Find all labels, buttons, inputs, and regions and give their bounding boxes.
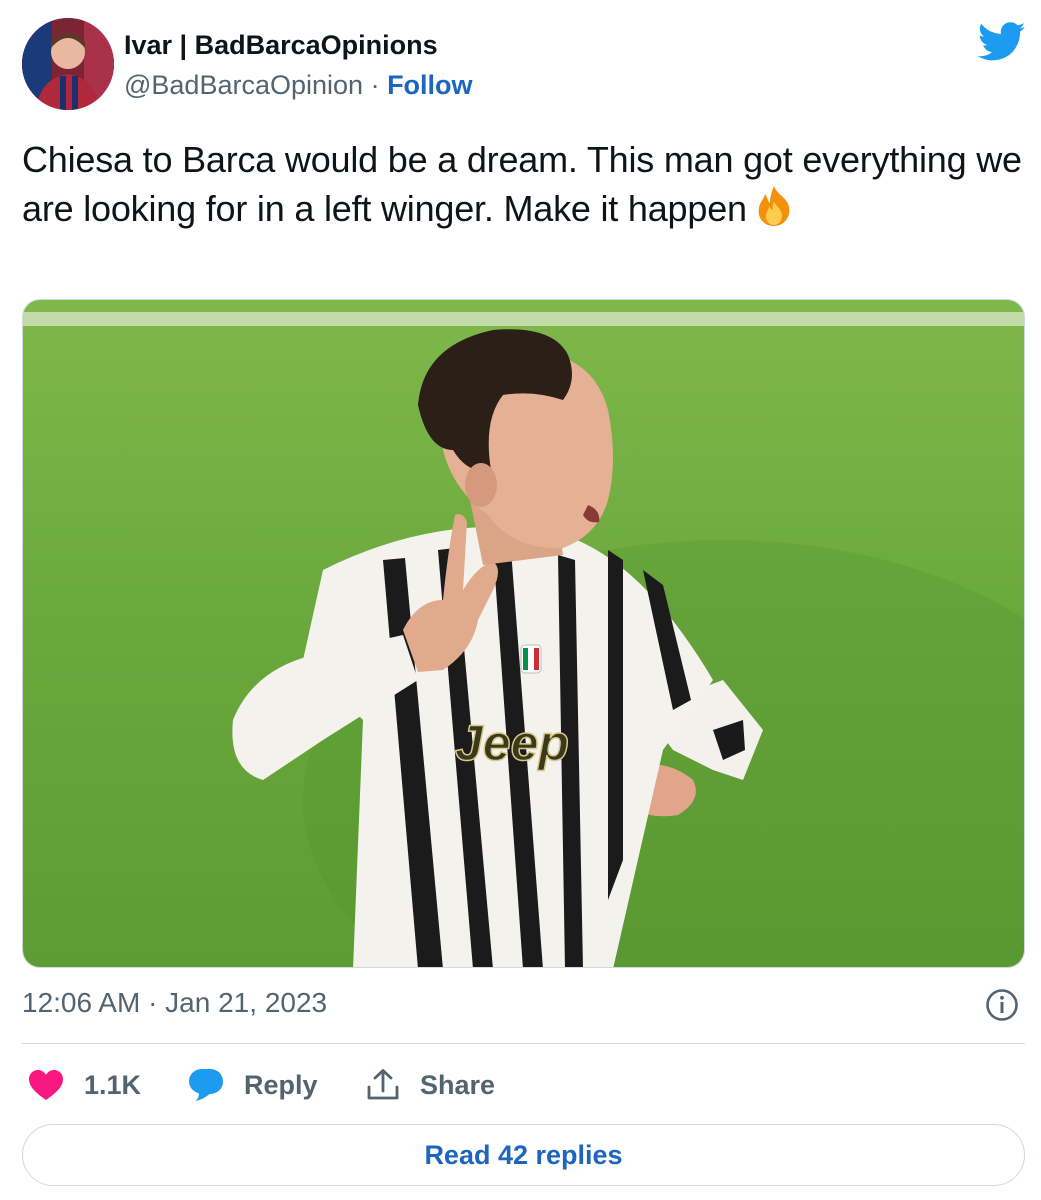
avatar[interactable] (22, 18, 114, 110)
share-label: Share (420, 1069, 496, 1100)
author-handle[interactable]: @BadBarcaOpinion (124, 70, 363, 100)
jersey-sponsor-text: Jeep (455, 715, 569, 771)
tweet-body: Chiesa to Barca would be a dream. This m… (22, 139, 1022, 229)
tweet-text: Chiesa to Barca would be a dream. This m… (22, 136, 1022, 232)
info-icon[interactable] (985, 988, 1019, 1022)
reply-label: Reply (244, 1069, 318, 1100)
player-celebration-photo: Jeep (23, 300, 1024, 967)
share-button[interactable]: Share (366, 1062, 495, 1108)
twitter-bird-icon[interactable] (977, 22, 1026, 62)
reply-button[interactable]: Reply (188, 1062, 318, 1108)
reply-bubble-icon (189, 1069, 223, 1101)
author-display-name[interactable]: Ivar | BadBarcaOpinions (124, 30, 438, 61)
tweet-media-photo[interactable]: Jeep (22, 299, 1025, 968)
author-handle-row: @BadBarcaOpinion · Follow (124, 70, 473, 101)
like-button[interactable]: 1.1K (28, 1062, 141, 1108)
follow-button[interactable]: Follow (387, 70, 472, 100)
read-replies-button[interactable]: Read 42 replies (22, 1124, 1025, 1186)
share-icon (367, 1069, 399, 1100)
heart-icon (29, 1070, 63, 1100)
tweet-timestamp[interactable]: 12:06 AM · Jan 21, 2023 (22, 987, 327, 1019)
read-replies-label: Read 42 replies (424, 1139, 623, 1170)
fire-emoji-icon (751, 183, 797, 229)
like-count: 1.1K (84, 1069, 142, 1100)
handle-separator: · (370, 70, 388, 100)
divider (22, 1043, 1025, 1044)
avatar-image (22, 18, 114, 110)
